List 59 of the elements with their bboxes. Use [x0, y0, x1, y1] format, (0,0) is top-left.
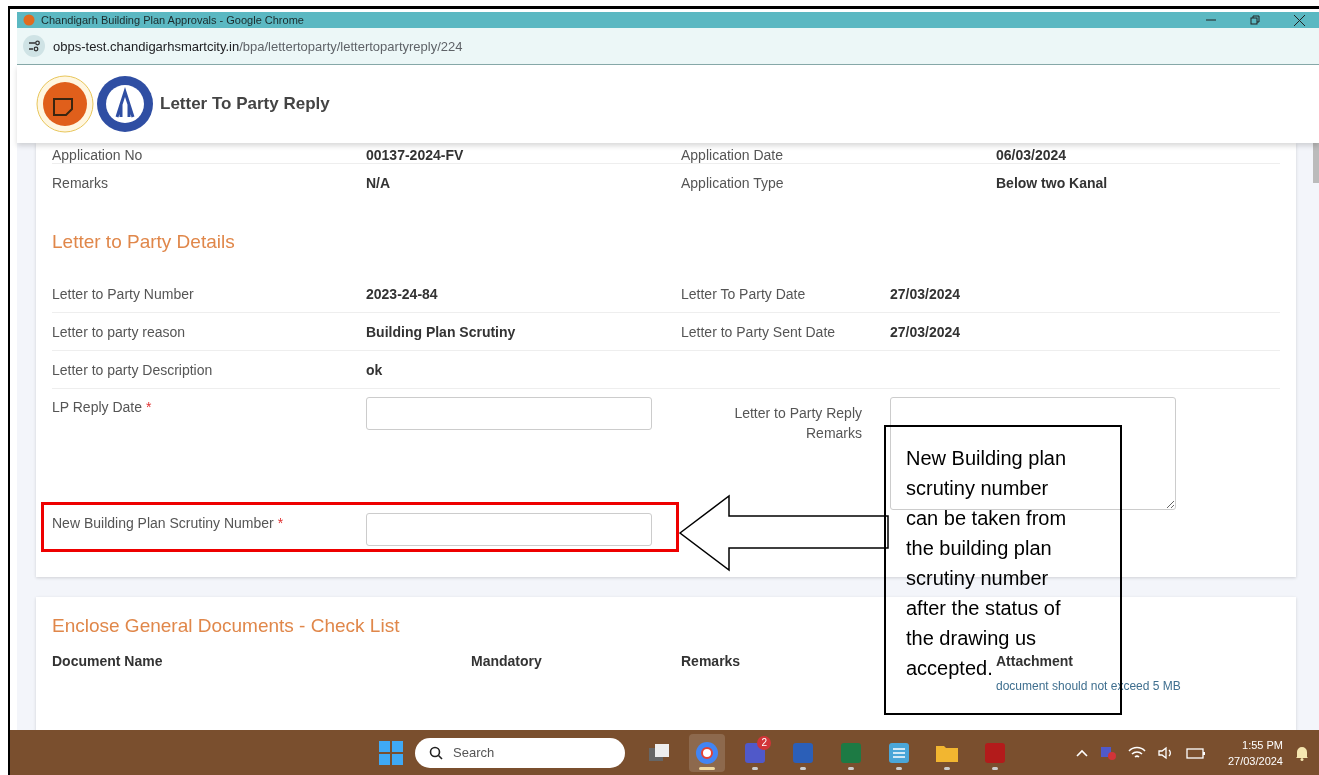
taskbar-app-button[interactable]: 2 — [737, 733, 773, 772]
corporation-logo-icon — [96, 75, 154, 133]
app-icon — [839, 740, 863, 765]
field-label: Application Type — [681, 174, 785, 191]
page-title: Letter To Party Reply — [160, 94, 330, 114]
field-label: New Building Plan Scrutiny Number * — [52, 514, 285, 531]
notification-badge: 2 — [757, 735, 771, 750]
field-label: Application Date — [681, 147, 784, 163]
column-header: Remarks — [681, 653, 742, 669]
window-title: Chandigarh Building Plan Approvals - Google Chrome — [41, 14, 304, 26]
field-label: Letter to party Description — [52, 361, 214, 378]
field-value: 2023-24-84 — [366, 285, 439, 302]
scrollbar[interactable] — [1313, 143, 1319, 183]
field-label: Letter to Party Sent Date — [681, 323, 837, 340]
taskbar-app-button[interactable] — [689, 733, 725, 772]
field-value: ok — [366, 361, 384, 378]
field-value: 00137-2024-FV — [366, 147, 465, 163]
battery-icon[interactable] — [1185, 746, 1206, 759]
chevron-up-icon[interactable] — [1075, 748, 1088, 757]
field-value: 27/03/2024 — [890, 323, 962, 340]
emblem-icon — [23, 14, 35, 26]
remarks-textarea[interactable] — [890, 397, 1176, 510]
clock[interactable]: 1:55 PM 27/03/2024 — [1227, 736, 1283, 769]
field-value: Building Plan Scrutiny — [366, 323, 517, 340]
site-settings-icon[interactable] — [23, 35, 45, 57]
field-label: Letter to Party Reply Remarks — [733, 404, 863, 443]
restore-icon[interactable] — [1250, 15, 1260, 25]
address-bar[interactable]: obps-test.chandigarhsmartcity.in/bpa/lettertoparty/lettertopartyreply/224 — [17, 28, 1319, 65]
close-icon[interactable] — [1294, 14, 1305, 26]
field-label: Letter to party reason — [52, 323, 187, 340]
field-value: 06/03/2024 — [996, 147, 1068, 163]
date-input-field[interactable] — [366, 397, 652, 430]
url-text: obps-test.chandigarhsmartcity.in/bpa/lettertoparty/lettertopartyreply/224 — [53, 38, 463, 54]
section-heading: Enclose General Documents - Check List — [52, 614, 400, 638]
administration-logo-icon — [36, 75, 94, 133]
speaker-icon[interactable] — [1157, 745, 1174, 760]
field-label: LP Reply Date * — [52, 398, 153, 415]
column-header: Attachment — [996, 653, 1074, 669]
field-label: Remarks — [52, 174, 109, 191]
start-icon[interactable] — [379, 740, 403, 765]
field-value: N/A — [366, 174, 392, 191]
wifi-icon[interactable] — [1127, 745, 1146, 760]
app-icon — [983, 740, 1007, 765]
column-header: Mandatory — [471, 653, 543, 669]
field-value: 27/03/2024 — [890, 285, 962, 302]
app-icon — [695, 740, 719, 765]
field-label: Application No — [52, 147, 144, 163]
field-value: Below two Kanal — [996, 174, 1109, 191]
app-icon — [743, 740, 767, 765]
app-icon — [791, 740, 815, 765]
section-heading: Letter to Party Details — [52, 231, 235, 253]
column-header: Document Name — [52, 653, 164, 669]
field-label: Letter To Party Date — [681, 285, 807, 302]
field-label: Letter to Party Number — [52, 285, 195, 302]
search-icon — [429, 745, 443, 760]
bell-icon[interactable] — [1295, 744, 1309, 761]
scrutiny-number-input-field[interactable] — [366, 513, 652, 546]
taskbar-search-field[interactable]: Search — [415, 737, 625, 768]
app-icon — [887, 740, 911, 765]
